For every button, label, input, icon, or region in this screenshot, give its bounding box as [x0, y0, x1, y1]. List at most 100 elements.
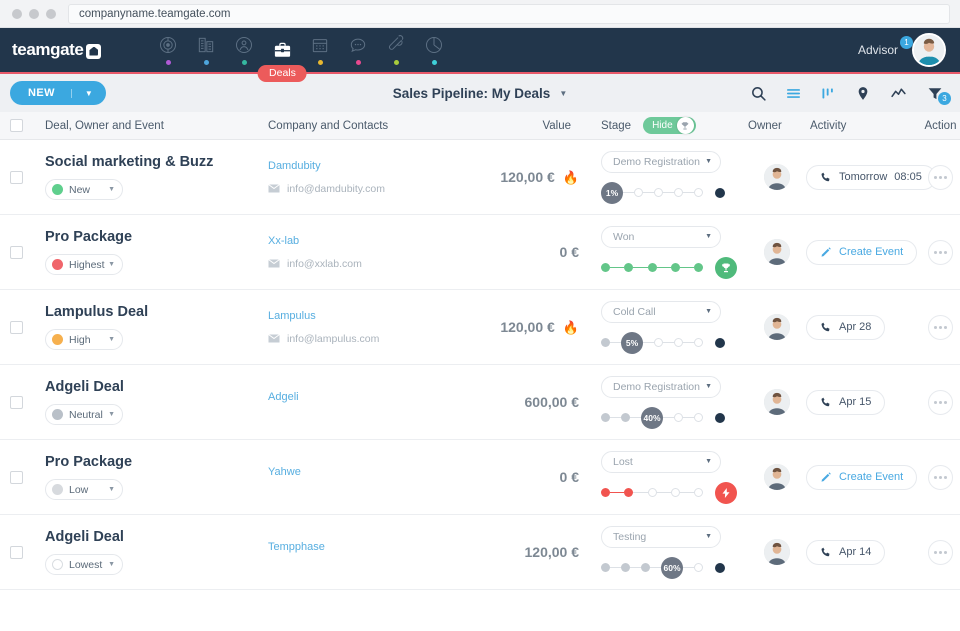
stage-progress-node[interactable] — [647, 488, 657, 497]
priority-select[interactable]: New ▼ — [45, 179, 123, 200]
stage-progress-node[interactable] — [654, 188, 663, 197]
row-more-actions-button[interactable] — [928, 389, 953, 415]
table-row[interactable]: Pro Package Highest ▼ Xx-lab info@xxlab.… — [0, 215, 960, 290]
table-row[interactable]: Pro Package Low ▼ Yahwe 0 € Lost ▼ Creat… — [0, 440, 960, 515]
minimize-window-button[interactable] — [29, 8, 39, 19]
column-header-action[interactable]: Action — [921, 120, 960, 132]
nav-item-goals[interactable] — [149, 28, 187, 72]
stage-progress-node[interactable] — [670, 488, 680, 497]
column-header-owner[interactable]: Owner — [748, 120, 806, 132]
row-more-actions-button[interactable] — [928, 164, 953, 190]
column-header-stage[interactable]: Stage — [601, 120, 631, 132]
teamgate-logo[interactable]: teamgate — [0, 40, 102, 60]
kanban-view-button[interactable] — [820, 85, 837, 102]
column-header-activity[interactable]: Activity — [806, 120, 921, 132]
stage-progress-node[interactable] — [694, 413, 703, 422]
pipeline-selector[interactable]: Sales Pipeline: My Deals ▼ — [393, 86, 568, 101]
stage-progress-node[interactable] — [654, 338, 663, 347]
row-select-cell[interactable] — [0, 170, 33, 184]
stage-end-marker[interactable] — [715, 187, 725, 198]
create-event-button[interactable]: Create Event — [806, 239, 918, 265]
stage-lost-marker[interactable] — [715, 481, 737, 504]
advisor-link[interactable]: Advisor 1 — [858, 36, 913, 57]
priority-select[interactable]: Low ▼ — [45, 479, 123, 500]
row-select-cell[interactable] — [0, 245, 33, 259]
stage-end-marker[interactable] — [715, 562, 725, 573]
contact-email[interactable]: info@xxlab.com — [268, 258, 468, 270]
row-select-cell[interactable] — [0, 545, 33, 559]
chevron-down-icon[interactable]: ▼ — [70, 88, 106, 98]
create-event-button[interactable]: Create Event — [806, 464, 918, 490]
company-link[interactable]: Xx-lab — [268, 235, 468, 247]
stage-progress-node[interactable] — [601, 338, 610, 347]
company-link[interactable]: Damdubity — [268, 160, 468, 172]
company-link[interactable]: Adgeli — [268, 391, 468, 403]
nav-item-reports[interactable] — [415, 28, 453, 72]
contact-email[interactable]: info@lampulus.com — [268, 333, 468, 345]
stage-progress-node[interactable] — [621, 413, 630, 422]
company-link[interactable]: Tempphase — [268, 541, 468, 553]
activity-button[interactable]: Apr 15 — [806, 389, 886, 415]
stage-progress-node[interactable] — [624, 488, 634, 497]
stage-progress-node[interactable] — [634, 188, 643, 197]
stage-progress-node[interactable] — [670, 263, 680, 272]
row-checkbox[interactable] — [10, 395, 23, 409]
hide-won-toggle[interactable]: Hide — [643, 117, 696, 134]
table-row[interactable]: Social marketing & Buzz New ▼ Damdubity … — [0, 140, 960, 215]
owner-avatar[interactable] — [764, 314, 790, 340]
owner-avatar[interactable] — [764, 539, 790, 565]
deal-title[interactable]: Adgeli Deal — [45, 379, 268, 395]
company-link[interactable]: Yahwe — [268, 466, 468, 478]
stage-progress-node[interactable] — [624, 263, 634, 272]
company-link[interactable]: Lampulus — [268, 310, 468, 322]
row-select-cell[interactable] — [0, 320, 33, 334]
stage-end-marker[interactable] — [715, 337, 725, 348]
stage-progress-node[interactable] — [621, 563, 630, 572]
stage-progress-node[interactable] — [601, 263, 610, 272]
table-row[interactable]: Lampulus Deal High ▼ Lampulus info@lampu… — [0, 290, 960, 365]
search-button[interactable] — [750, 85, 767, 102]
stage-won-marker[interactable] — [715, 256, 737, 279]
maximize-window-button[interactable] — [46, 8, 56, 19]
nav-item-chat[interactable] — [339, 28, 377, 72]
owner-avatar[interactable] — [764, 239, 790, 265]
forecast-button[interactable] — [889, 85, 908, 102]
list-view-button[interactable] — [785, 85, 802, 102]
stage-select[interactable]: Demo Registration ▼ — [601, 150, 721, 173]
deal-title[interactable]: Adgeli Deal — [45, 529, 268, 545]
stage-progress-node[interactable] — [694, 188, 703, 197]
map-view-button[interactable] — [855, 85, 871, 102]
column-header-deal[interactable]: Deal, Owner and Event — [33, 120, 268, 132]
stage-progress-node[interactable] — [601, 563, 610, 572]
deal-title[interactable]: Lampulus Deal — [45, 304, 268, 320]
row-more-actions-button[interactable] — [928, 314, 953, 340]
row-checkbox[interactable] — [10, 170, 23, 184]
stage-select[interactable]: Demo Registration ▼ — [601, 375, 721, 398]
stage-progress-node[interactable] — [674, 413, 683, 422]
activity-button[interactable]: Apr 14 — [806, 539, 886, 565]
stage-select[interactable]: Testing ▼ — [601, 525, 721, 548]
new-deal-button[interactable]: NEW ▼ — [10, 81, 107, 105]
row-checkbox[interactable] — [10, 320, 23, 334]
address-bar[interactable]: companyname.teamgate.com — [68, 3, 950, 24]
select-all-checkbox[interactable] — [10, 119, 23, 132]
stage-progress-node[interactable] — [601, 488, 610, 497]
nav-item-calendar[interactable] — [301, 28, 339, 72]
owner-avatar[interactable] — [764, 164, 790, 190]
nav-item-deals[interactable]: Deals — [258, 28, 307, 82]
stage-progress-node[interactable] — [694, 488, 703, 497]
stage-progress-node[interactable] — [674, 338, 683, 347]
table-row[interactable]: Adgeli Deal Neutral ▼ Adgeli 600,00 € De… — [0, 365, 960, 440]
stage-progress-node[interactable] — [647, 263, 657, 272]
stage-progress-node[interactable] — [674, 188, 683, 197]
priority-select[interactable]: Highest ▼ — [45, 254, 123, 275]
row-checkbox[interactable] — [10, 545, 23, 559]
stage-end-marker[interactable] — [715, 412, 725, 423]
column-header-value[interactable]: Value — [468, 120, 583, 132]
nav-item-companies[interactable] — [187, 28, 225, 72]
deal-title[interactable]: Social marketing & Buzz — [45, 154, 268, 170]
user-avatar[interactable] — [912, 33, 946, 67]
contact-email[interactable]: info@damdubity.com — [268, 183, 468, 195]
owner-avatar[interactable] — [764, 464, 790, 490]
stage-select[interactable]: Cold Call ▼ — [601, 300, 721, 323]
